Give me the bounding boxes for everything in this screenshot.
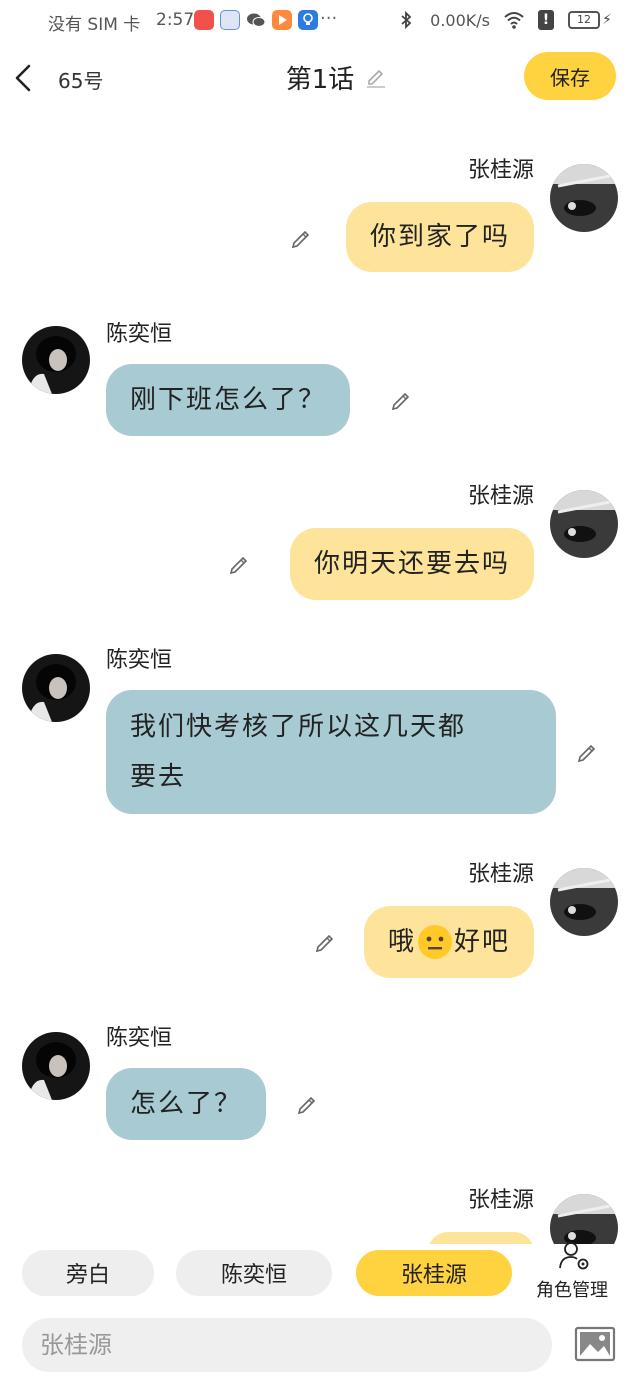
avatar[interactable] (22, 654, 90, 722)
speaker-name: 陈奕恒 (106, 648, 173, 673)
message-text-line: 要去 (130, 762, 187, 792)
avatar[interactable] (22, 326, 90, 394)
avatar[interactable] (550, 868, 618, 936)
edit-message-button[interactable] (314, 932, 336, 954)
more-notifications-icon: ··· (320, 8, 338, 29)
role-chip-narrator[interactable]: 旁白 (22, 1250, 154, 1296)
speaker-name: 张桂源 (467, 862, 534, 887)
role-manage-label: 角色管理 (536, 1280, 608, 1301)
speaker-name: 陈奕恒 (106, 1026, 173, 1051)
pencil-icon (367, 69, 385, 88)
avatar[interactable] (550, 1194, 618, 1244)
notification-icons (194, 10, 318, 30)
role-selector: 旁白 陈奕恒 张桂源 角色管理 (0, 1242, 640, 1306)
pencil-icon (297, 1096, 316, 1115)
bluetooth-icon (401, 10, 412, 30)
status-bar: 没有 SIM 卡 2:57 ··· 0.00K/s ! 12 ⚡ (0, 0, 640, 44)
role-chip-chen[interactable]: 陈奕恒 (176, 1250, 332, 1296)
pencil-icon (391, 392, 410, 411)
alert-icon: ! (538, 10, 554, 30)
message-bubble[interactable]: 怎么了？ (106, 1068, 267, 1140)
neutral-face-emoji-icon (417, 925, 452, 959)
message-bubble[interactable]: 刚下班怎么了？ (106, 364, 351, 436)
message-text: 好吧 (453, 927, 510, 957)
edit-message-button[interactable] (290, 228, 312, 250)
message-text: 哦 (387, 927, 416, 957)
speaker-name: 张桂源 (467, 1188, 534, 1213)
pencil-icon (315, 934, 334, 953)
edit-message-button[interactable] (576, 742, 598, 764)
message-bubble[interactable]: 你到家了吗 (345, 202, 534, 272)
edit-title-button[interactable] (364, 64, 388, 88)
charging-icon: ⚡ (602, 12, 612, 28)
edit-message-button[interactable] (390, 390, 412, 412)
video-app-icon (220, 10, 240, 30)
role-manage-button[interactable]: 角色管理 (530, 1242, 620, 1306)
message-input[interactable] (22, 1318, 552, 1372)
carrier-text: 没有 SIM 卡 (48, 15, 141, 35)
message-bubble[interactable]: 你明天还要去吗 (289, 528, 534, 600)
edit-message-button[interactable] (228, 554, 250, 576)
role-chip-zhang[interactable]: 张桂源 (356, 1250, 512, 1296)
message-bubble[interactable]: 哦 好吧 (363, 906, 534, 978)
user-settings-icon (559, 1242, 589, 1270)
save-button[interactable]: 保存 (524, 52, 616, 100)
header: 65号 第1话 保存 (0, 44, 640, 114)
speaker-name: 陈奕恒 (106, 322, 173, 347)
wifi-icon (504, 12, 524, 29)
speaker-name: 张桂源 (467, 484, 534, 509)
avatar[interactable] (550, 490, 618, 558)
pencil-icon (229, 556, 248, 575)
image-button[interactable] (574, 1324, 618, 1364)
bulb-app-icon (298, 10, 318, 30)
chat-area[interactable]: 张桂源 你到家了吗 陈奕恒 刚下班怎么了？ 张桂源 你明天还要去吗 陈奕恒 我们… (0, 114, 640, 1244)
network-speed: 0.00K/s (430, 10, 490, 30)
edit-message-button[interactable] (296, 1094, 318, 1116)
clock: 2:57 (156, 10, 195, 30)
avatar[interactable] (22, 1032, 90, 1100)
message-bubble[interactable]: 我们快考核了所以这几天都 要去 (106, 690, 556, 814)
speaker-name: 张桂源 (467, 158, 534, 183)
message-text-line: 我们快考核了所以这几天都 (130, 712, 467, 742)
pencil-icon (291, 230, 310, 249)
pencil-icon (577, 744, 596, 763)
image-icon (574, 1326, 616, 1362)
wechat-icon (246, 10, 266, 30)
shopping-app-icon (194, 10, 214, 30)
message-bubble[interactable] (428, 1232, 534, 1244)
avatar[interactable] (550, 164, 618, 232)
battery-indicator: 12 (568, 11, 600, 29)
player-app-icon (272, 10, 292, 30)
